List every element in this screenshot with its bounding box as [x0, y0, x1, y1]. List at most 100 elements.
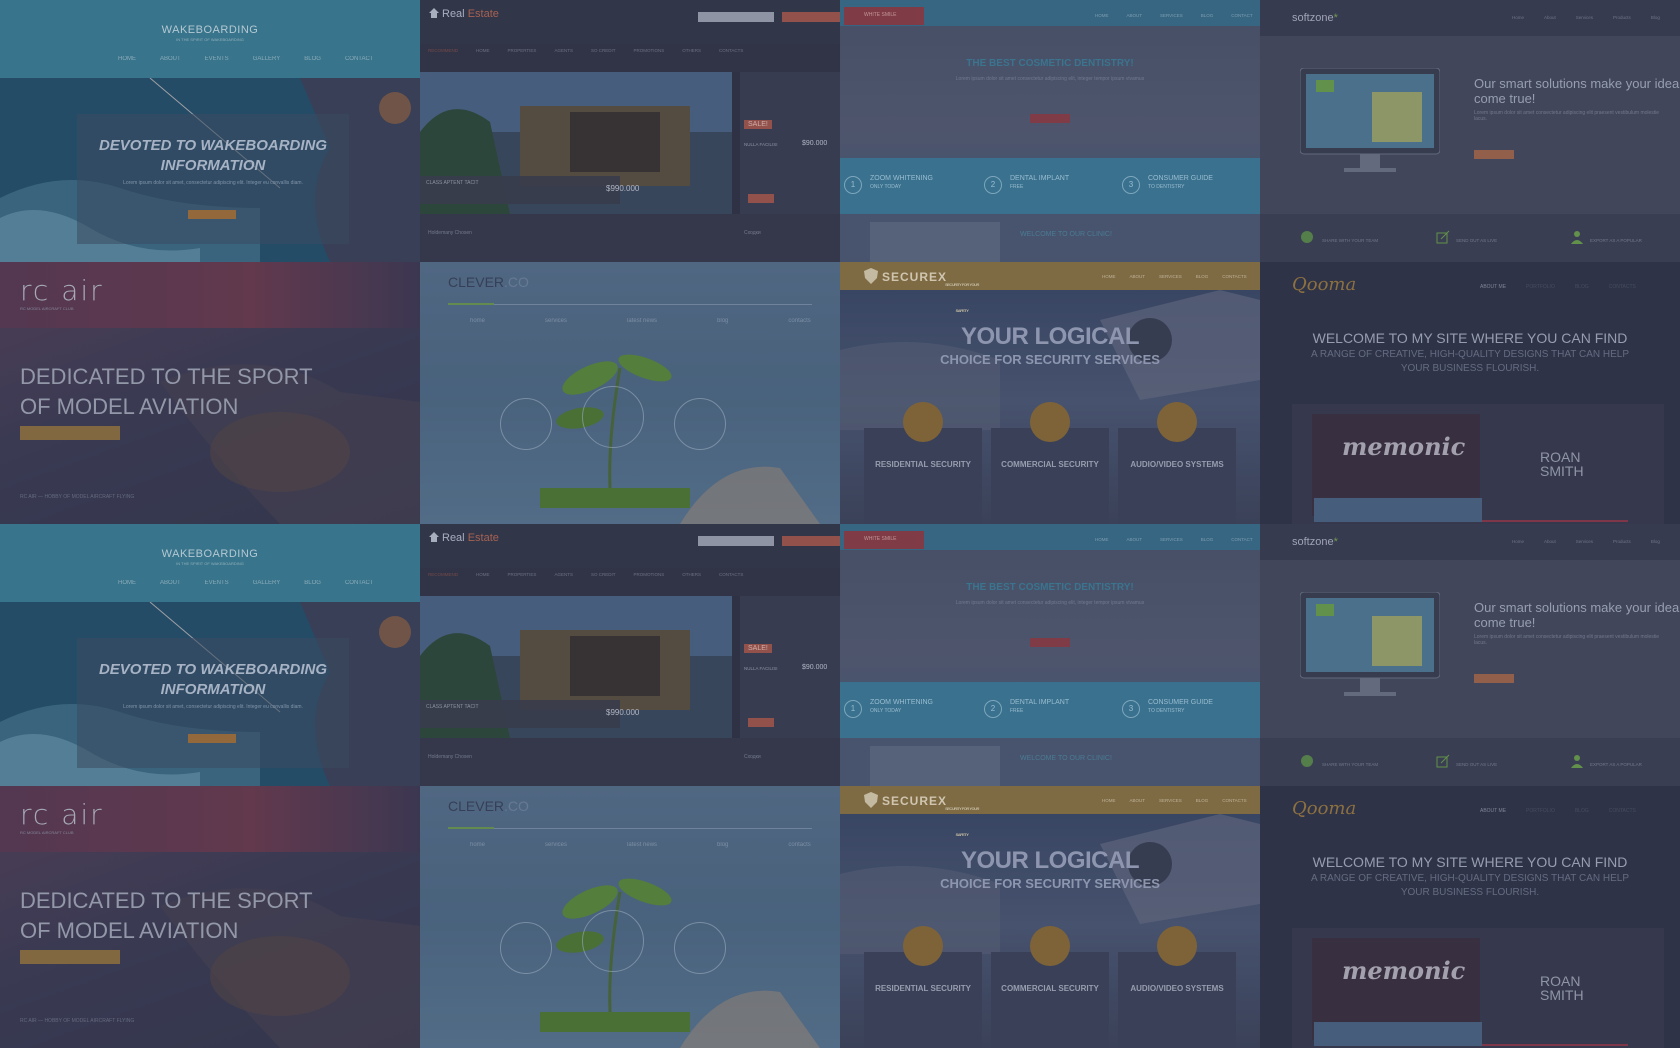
- more-info-button[interactable]: [1474, 150, 1514, 159]
- nav-item: PORTFOLIO: [1526, 808, 1555, 814]
- featured-price: $90.000: [802, 140, 828, 147]
- template-tile-softzone[interactable]: softzone* Home About Services Products B…: [1260, 0, 1680, 262]
- search-input[interactable]: [698, 536, 774, 546]
- template-tile-qooma[interactable]: Qooma ABOUT ME PORTFOLIO BLOG CONTACTS W…: [1260, 262, 1680, 524]
- star-icon: *: [1333, 536, 1338, 548]
- step-text: CONSUMER GUIDE TO DENTISTRY: [1148, 698, 1213, 716]
- logo: Real Estate: [442, 532, 499, 544]
- nav-item: HOME: [118, 56, 136, 62]
- logo: WHITE SMILE: [864, 12, 897, 18]
- nav-item: ABOUT ME: [1480, 284, 1507, 290]
- template-tile-wakeboarding[interactable]: WAKEBOARDING IN THE SPIRIT OF WAKEBOARDI…: [0, 524, 420, 786]
- target-icon[interactable]: [674, 922, 726, 974]
- service-card[interactable]: [864, 428, 982, 524]
- step-text: ZOOM WHITENING ONLY TODAY: [870, 698, 933, 716]
- template-tile-dentistry[interactable]: WHITE SMILE HOME ABOUT SERVICES BLOG CON…: [840, 0, 1260, 262]
- service-card[interactable]: [991, 952, 1109, 1048]
- listing-row: [420, 214, 840, 262]
- feature-label: EXPORT AS A POPULAR: [1590, 238, 1642, 243]
- nav-item: CONTACT: [1231, 13, 1253, 18]
- logo: softzone*: [1292, 12, 1338, 24]
- sale-badge: SALE!: [744, 120, 772, 129]
- nav-item: AGENTS: [554, 48, 573, 53]
- template-tile-clever-co[interactable]: CLEVER.CO home services latest news blog…: [420, 262, 840, 524]
- template-tile-softzone[interactable]: softzone* Home About Services Products B…: [1260, 524, 1680, 786]
- logo: CLEVER.CO: [448, 274, 529, 290]
- featured-button[interactable]: [748, 718, 774, 727]
- card-title: COMMERCIAL SECURITY: [1001, 984, 1099, 993]
- hero-headline: WELCOME TO MY SITE WHERE YOU CAN FIND: [1312, 854, 1628, 870]
- logo-part: Real: [442, 8, 465, 20]
- nav-item: CONTACT: [344, 56, 374, 62]
- nav-item: BLOG: [1195, 798, 1209, 803]
- template-tile-dentistry[interactable]: WHITE SMILE HOME ABOUT SERVICES BLOG CON…: [840, 524, 1260, 786]
- template-tile-real-estate[interactable]: Real Estate RECOMMEND HOME PROPERTIES AG…: [420, 0, 840, 262]
- nav-item: Blog: [1650, 539, 1660, 544]
- monitor-icon: [1300, 592, 1440, 696]
- hero-button[interactable]: [20, 426, 120, 440]
- logo-text: softzone: [1292, 536, 1334, 548]
- nav-item: SERVICES: [1159, 274, 1182, 279]
- read-more-button[interactable]: [1030, 638, 1070, 647]
- nav-item: CONTACTS: [1608, 808, 1636, 814]
- nav-item: OTHERS: [682, 48, 701, 53]
- logo-part: CLEVER: [448, 798, 505, 814]
- hero-headline: THE BEST COSMETIC DENTISTRY!: [966, 58, 1134, 69]
- read-more-button[interactable]: [188, 210, 236, 219]
- logo-part: Estate: [467, 532, 499, 544]
- nav-item: blog: [717, 318, 729, 324]
- network-icon: [1030, 402, 1070, 442]
- service-card[interactable]: [864, 952, 982, 1048]
- step-number: 3: [1122, 700, 1140, 718]
- section-label: Holdemany Chosen: [428, 230, 472, 236]
- signal-icon: [1157, 926, 1197, 966]
- target-icon[interactable]: [674, 398, 726, 450]
- template-tile-rc-air[interactable]: rc air RC MODEL AIRCRAFT CLUB DEDICATED …: [0, 786, 420, 1048]
- nav-item: SERVICES: [1160, 537, 1183, 542]
- template-tile-real-estate[interactable]: Real Estate RECOMMEND HOME PROPERTIES AG…: [420, 524, 840, 786]
- nav-item: GALLERY: [252, 580, 281, 586]
- rocket-icon[interactable]: [582, 910, 644, 972]
- nav-menu: ABOUT ME PORTFOLIO BLOG CONTACTS: [1480, 808, 1636, 814]
- header-button[interactable]: [782, 12, 840, 22]
- read-more-button[interactable]: [188, 734, 236, 743]
- service-card[interactable]: [1118, 952, 1236, 1048]
- bulb-icon[interactable]: [500, 398, 552, 450]
- nav-item: BLOG: [1574, 808, 1589, 814]
- logo: WAKEBOARDING: [161, 24, 259, 36]
- template-tile-securex[interactable]: SECUREX SECURITY FOR YOUR SAFETY HOME AB…: [840, 262, 1260, 524]
- nav-item: Products: [1613, 539, 1631, 544]
- title-line: SMITH: [1540, 987, 1584, 1003]
- service-card[interactable]: [991, 428, 1109, 524]
- rocket-icon[interactable]: [582, 386, 644, 448]
- nav-item: PROMOTIONS: [633, 48, 665, 53]
- sale-badge: SALE!: [744, 644, 772, 653]
- featured-button[interactable]: [748, 194, 774, 203]
- template-tile-rc-air[interactable]: rc air RC MODEL AIRCRAFT CLUB DEDICATED …: [0, 262, 420, 524]
- nav-item: Home: [1512, 539, 1525, 544]
- logo: WAKEBOARDING: [161, 548, 259, 560]
- read-more-button[interactable]: [1030, 114, 1070, 123]
- service-card[interactable]: [1118, 428, 1236, 524]
- hero-button[interactable]: [20, 950, 120, 964]
- template-tile-clever-co[interactable]: CLEVER.CO home services latest news blog…: [420, 786, 840, 1048]
- template-tile-qooma[interactable]: Qooma ABOUT ME PORTFOLIO BLOG CONTACTS W…: [1260, 786, 1680, 1048]
- property-photo: [420, 72, 732, 214]
- hero-headline: WELCOME TO MY SITE WHERE YOU CAN FIND: [1312, 330, 1628, 346]
- header-bar: [420, 524, 840, 568]
- featured-label: NULLA FACILISI: [744, 666, 778, 671]
- template-tile-wakeboarding[interactable]: WAKEBOARDING IN THE SPIRIT OF WAKEBOARDI…: [0, 0, 420, 262]
- hero-subtext: Lorem ipsum dolor sit amet consectetur a…: [955, 600, 1145, 606]
- portfolio-title: memonic: [1342, 432, 1466, 461]
- headline-line: DEDICATED TO THE SPORT: [20, 888, 313, 913]
- search-input[interactable]: [698, 12, 774, 22]
- template-tile-securex[interactable]: SECUREX SECURITY FOR YOUR SAFETY HOME AB…: [840, 786, 1260, 1048]
- hero-headline: DEDICATED TO THE SPORT OF MODEL AVIATION: [20, 886, 340, 946]
- bulb-icon[interactable]: [500, 922, 552, 974]
- logo: Qooma: [1292, 274, 1357, 295]
- more-info-button[interactable]: [1474, 674, 1514, 683]
- nav-item: HOME: [476, 48, 490, 53]
- header-button[interactable]: [782, 536, 840, 546]
- star-icon: *: [1333, 12, 1338, 24]
- nav-item: HOME: [1102, 274, 1116, 279]
